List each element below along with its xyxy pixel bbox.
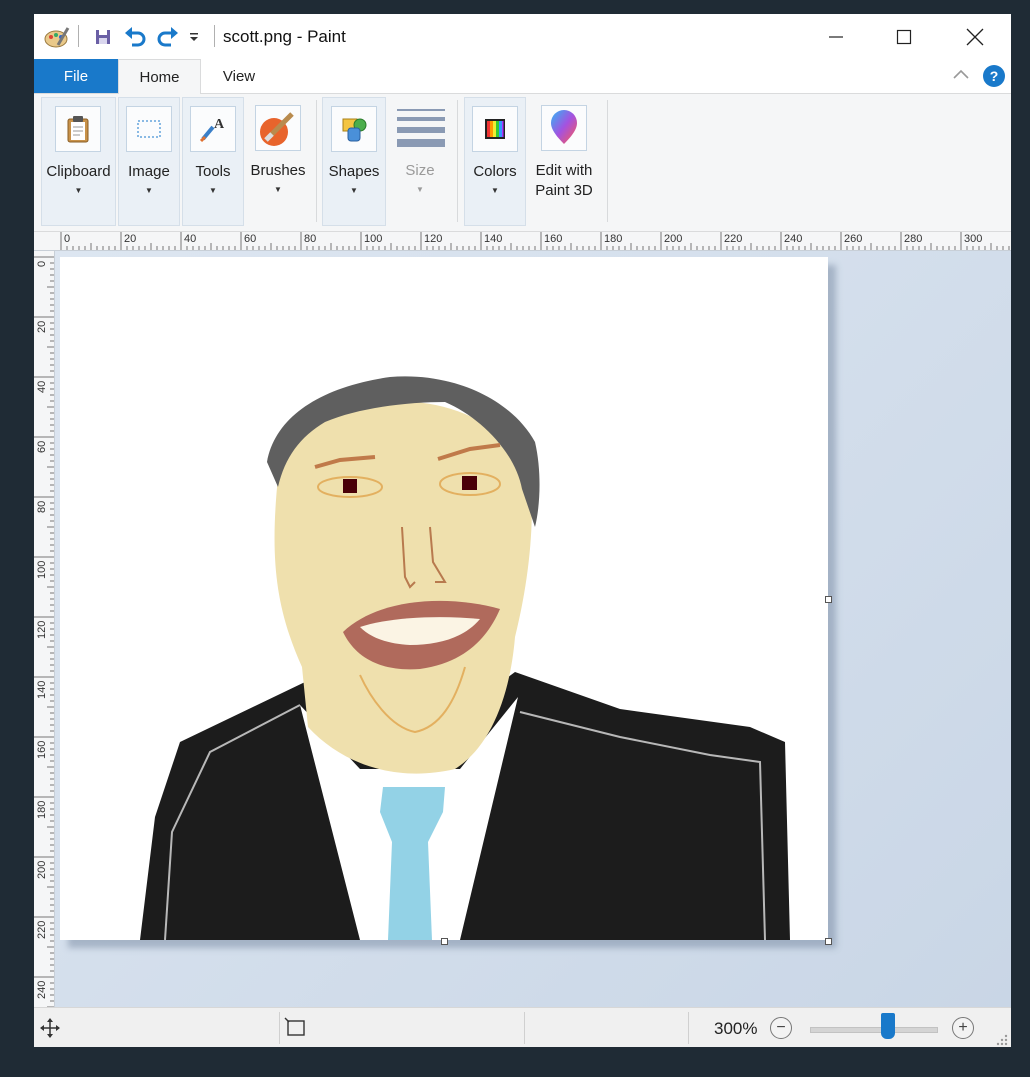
- paint-window: scott.png - Paint File Home View ? Clipb…: [34, 14, 1011, 1047]
- colors-icon: [472, 106, 518, 152]
- paint3d-icon: [541, 105, 587, 151]
- ruler-top-label: 60: [244, 233, 257, 245]
- title-bar: scott.png - Paint: [34, 14, 1011, 59]
- size-dropdown-icon: ▼: [416, 185, 424, 194]
- drawing-canvas[interactable]: [60, 257, 832, 945]
- zoom-out-button[interactable]: −: [770, 1017, 792, 1039]
- minimize-icon: [829, 35, 843, 38]
- scott-drawing: [140, 376, 790, 941]
- tools-group[interactable]: A Tools ▼: [182, 97, 244, 226]
- canvas-area[interactable]: [55, 251, 1011, 1007]
- undo-icon[interactable]: [122, 24, 148, 50]
- size-label: Size: [405, 162, 435, 179]
- shapes-group[interactable]: Shapes ▼: [322, 97, 386, 226]
- close-icon: [966, 28, 984, 45]
- ruler-left-label: 0: [36, 260, 48, 267]
- ruler-left-label: 120: [36, 620, 48, 639]
- clipboard-icon: [55, 106, 101, 152]
- edit-with-paint3d-button[interactable]: Edit with Paint 3D: [530, 97, 598, 224]
- cursor-position-icon: [40, 1018, 60, 1043]
- ruler-top-label: 220: [724, 233, 743, 245]
- size-lines-icon: [397, 107, 445, 154]
- ruler-top-label: 40: [184, 233, 197, 245]
- resize-grip-icon[interactable]: [994, 1032, 1008, 1047]
- status-bar: 300% − +: [34, 1007, 1011, 1047]
- ruler-left-label: 160: [36, 740, 48, 759]
- ruler-top-label: 240: [784, 233, 803, 245]
- ruler-left-label: 100: [36, 560, 48, 579]
- paint3d-label: Edit with Paint 3D: [535, 162, 593, 199]
- svg-text:A: A: [214, 117, 225, 132]
- ruler-top-label: 80: [304, 233, 317, 245]
- brushes-group[interactable]: Brushes ▼: [246, 97, 310, 224]
- clipboard-label: Clipboard: [46, 163, 111, 180]
- ruler-top-label: 20: [124, 233, 137, 245]
- resize-handle-bottom[interactable]: [441, 938, 448, 945]
- close-button[interactable]: [945, 14, 1005, 59]
- select-icon: [126, 106, 172, 152]
- tools-dropdown-icon: ▼: [209, 186, 217, 195]
- ruler-top-label: 300: [964, 233, 983, 245]
- ruler-left-label: 20: [36, 320, 48, 333]
- ruler-top-label: 280: [904, 233, 923, 245]
- ruler-top-label: 0: [64, 233, 71, 245]
- ruler-top-label: 120: [424, 233, 443, 245]
- redo-icon[interactable]: [155, 24, 181, 50]
- ruler-left-label: 200: [36, 860, 48, 879]
- tools-label: Tools: [195, 163, 231, 180]
- ribbon-home: Clipboard ▼ Image ▼ A Tools ▼ Brushes ▼ …: [34, 94, 1011, 232]
- ribbon-tabs: File Home View ?: [34, 59, 1011, 95]
- maximize-icon: [896, 29, 912, 44]
- window-title: scott.png - Paint: [223, 27, 346, 46]
- selection-size-icon: [284, 1017, 306, 1042]
- colors-group[interactable]: Colors ▼: [464, 97, 526, 226]
- clipboard-group[interactable]: Clipboard ▼: [41, 97, 116, 226]
- resize-handle-right[interactable]: [825, 596, 832, 603]
- maximize-button[interactable]: [874, 14, 934, 59]
- image-label: Image: [128, 163, 170, 180]
- ruler-top-label: 140: [484, 233, 503, 245]
- colors-dropdown-icon: ▼: [491, 186, 499, 195]
- ruler-left-label: 80: [36, 500, 48, 513]
- vertical-ruler: 0 20 40 60 80 100 120 140 160 180 200 220 240: [34, 251, 55, 1007]
- image-dropdown-icon: ▼: [145, 186, 153, 195]
- paint-app-icon[interactable]: [42, 24, 72, 50]
- collapse-ribbon-icon[interactable]: [952, 67, 970, 86]
- ruler-left-label: 140: [36, 680, 48, 699]
- ruler-top-label: 100: [364, 233, 383, 245]
- ruler-top-label: 260: [844, 233, 863, 245]
- tab-home[interactable]: Home: [118, 59, 201, 95]
- resize-handle-corner[interactable]: [825, 938, 832, 945]
- zoom-slider-thumb[interactable]: [881, 1013, 896, 1039]
- zoom-level: 300%: [714, 1019, 758, 1038]
- brushes-dropdown-icon: ▼: [274, 185, 282, 194]
- tab-file[interactable]: File: [34, 59, 118, 93]
- ruler-left-label: 60: [36, 440, 48, 453]
- colors-label: Colors: [473, 163, 517, 180]
- ruler-left-label: 220: [36, 920, 48, 939]
- zoom-in-button[interactable]: +: [952, 1017, 974, 1039]
- tab-view[interactable]: View: [204, 59, 274, 93]
- image-group[interactable]: Image ▼: [118, 97, 180, 226]
- ruler-left-label: 40: [36, 380, 48, 393]
- ruler-top-label: 160: [544, 233, 563, 245]
- horizontal-ruler: 0 20 40 60 80 100 120 140 160 180 200 220 240 260 280 3…: [34, 232, 1011, 251]
- tools-icon: A: [190, 106, 236, 152]
- minimize-button[interactable]: [806, 14, 866, 59]
- shapes-label: Shapes: [328, 163, 380, 180]
- help-icon[interactable]: ?: [983, 65, 1005, 87]
- shapes-dropdown-icon: ▼: [350, 186, 358, 195]
- shapes-icon: [331, 106, 377, 152]
- ruler-left-label: 180: [36, 800, 48, 819]
- clipboard-dropdown-icon: ▼: [74, 186, 83, 195]
- customize-quick-access-icon[interactable]: [185, 24, 203, 50]
- ruler-top-label: 180: [604, 233, 623, 245]
- size-group[interactable]: Size ▼: [388, 97, 452, 224]
- brushes-icon: [255, 105, 301, 151]
- ruler-top-label: 200: [664, 233, 683, 245]
- ruler-left-label: 240: [36, 980, 48, 999]
- save-icon[interactable]: [91, 24, 115, 50]
- zoom-slider-track[interactable]: [810, 1027, 938, 1033]
- brushes-label: Brushes: [250, 162, 306, 179]
